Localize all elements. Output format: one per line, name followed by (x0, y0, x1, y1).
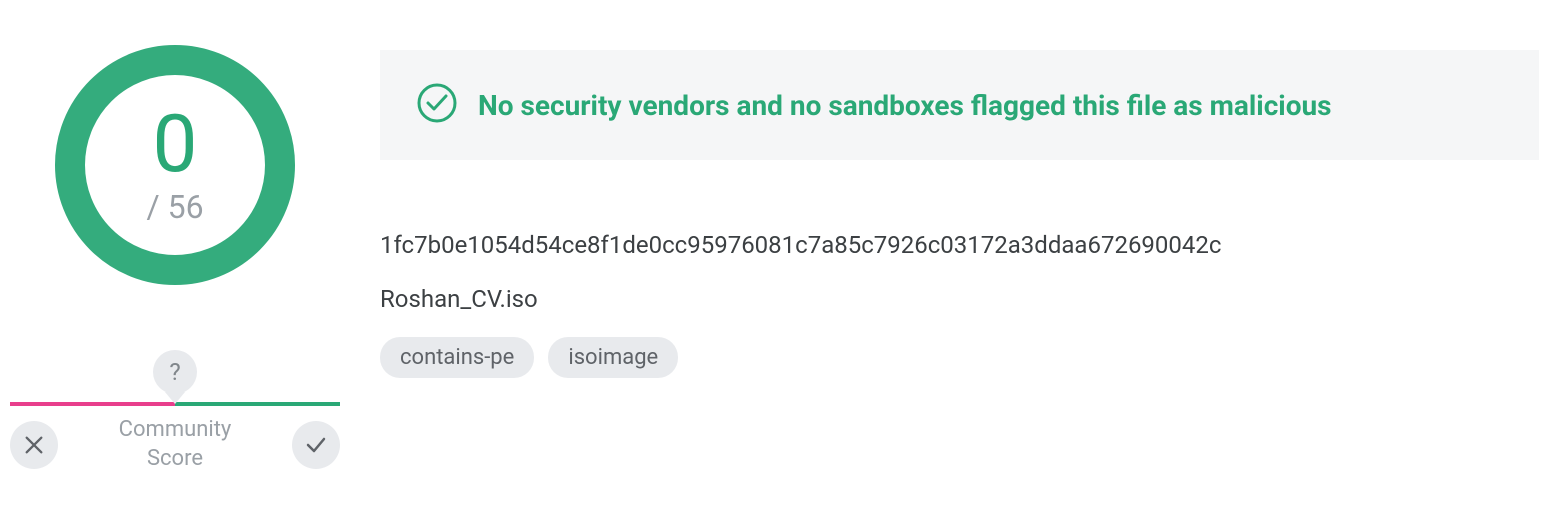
detection-ring: 0 / 56 (50, 40, 300, 290)
detection-total: / 56 (146, 188, 203, 226)
left-panel: 0 / 56 ? Community Score (0, 30, 350, 473)
community-section: ? Community Score (10, 350, 340, 473)
score-bar-negative (10, 402, 175, 406)
score-bar-positive (175, 402, 340, 406)
check-icon (304, 433, 328, 457)
tag[interactable]: isoimage (548, 337, 678, 378)
vote-negative-button[interactable] (10, 421, 58, 469)
help-pointer-icon (165, 392, 185, 404)
community-row: Community Score (10, 416, 340, 473)
community-score-label: Community Score (119, 416, 232, 473)
tags-row: contains-pe isoimage (380, 337, 1539, 378)
detection-count: 0 (153, 104, 198, 184)
vote-positive-button[interactable] (292, 421, 340, 469)
file-name: Roshan_CV.iso (380, 285, 1539, 313)
help-icon[interactable]: ? (153, 350, 197, 394)
file-hash: 1fc7b0e1054d54ce8f1de0cc95976081c7a85c79… (380, 230, 1539, 261)
right-panel: No security vendors and no sandboxes fla… (350, 30, 1559, 378)
x-icon (23, 434, 45, 456)
status-check-icon (416, 82, 458, 128)
status-banner: No security vendors and no sandboxes fla… (380, 50, 1539, 160)
detection-ring-text: 0 / 56 (146, 104, 203, 226)
status-message: No security vendors and no sandboxes fla… (478, 89, 1332, 122)
file-details: 1fc7b0e1054d54ce8f1de0cc95976081c7a85c79… (380, 230, 1539, 378)
tag[interactable]: contains-pe (380, 337, 534, 378)
